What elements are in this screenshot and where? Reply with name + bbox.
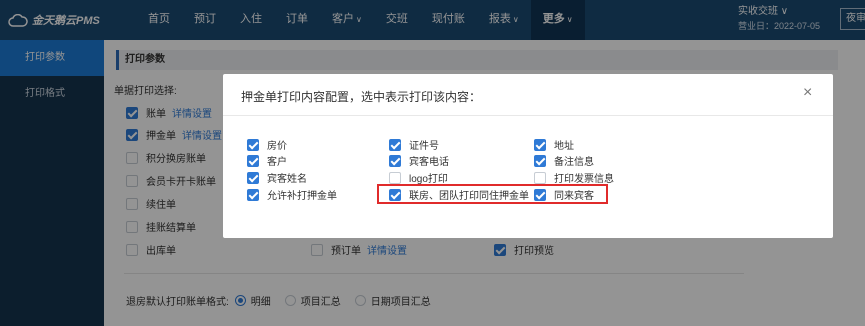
option-label: 房价 bbox=[267, 141, 287, 152]
option-label: 地址 bbox=[554, 141, 574, 152]
option-label: 允许补打押金单 bbox=[267, 191, 337, 202]
modal-option-guest-phone[interactable]: 宾客电话 bbox=[389, 153, 449, 168]
modal-option-allow-reprint[interactable]: 允许补打押金单 bbox=[247, 187, 337, 202]
checkbox[interactable] bbox=[389, 171, 401, 184]
option-label: 宾客姓名 bbox=[267, 174, 307, 185]
modal-option-id-number[interactable]: 证件号 bbox=[389, 137, 439, 152]
modal-option-remarks[interactable]: 备注信息 bbox=[534, 153, 594, 168]
close-icon[interactable]: × bbox=[803, 84, 812, 102]
modal-option-invoice-info[interactable]: 打印发票信息 bbox=[534, 170, 614, 185]
option-label: 宾客电话 bbox=[409, 157, 449, 168]
modal-option-customer[interactable]: 客户 bbox=[247, 153, 287, 168]
option-label: 备注信息 bbox=[554, 157, 594, 168]
checkbox[interactable] bbox=[247, 154, 259, 167]
checkbox[interactable] bbox=[534, 138, 546, 151]
modal-option-accompanying-guests[interactable]: 同来宾客 bbox=[534, 187, 594, 202]
deposit-print-config-dialog: 押金单打印内容配置，选中表示打印该内容： × 房价 客户 宾客姓名 允许补打押金… bbox=[223, 74, 833, 238]
modal-option-room-rate[interactable]: 房价 bbox=[247, 137, 287, 152]
checkbox[interactable] bbox=[247, 171, 259, 184]
checkbox[interactable] bbox=[534, 154, 546, 167]
checkbox[interactable] bbox=[534, 171, 546, 184]
option-label: 客户 bbox=[267, 157, 287, 168]
checkbox[interactable] bbox=[534, 188, 546, 201]
option-label: 联房、团队打印同住押金单 bbox=[409, 191, 529, 202]
checkbox[interactable] bbox=[247, 188, 259, 201]
modal-title: 押金单打印内容配置，选中表示打印该内容： bbox=[241, 90, 482, 104]
option-label: 同来宾客 bbox=[554, 191, 594, 202]
option-label: 打印发票信息 bbox=[554, 174, 614, 185]
option-label: logo打印 bbox=[409, 174, 448, 185]
modal-option-guest-name[interactable]: 宾客姓名 bbox=[247, 170, 307, 185]
modal-option-group-deposit[interactable]: 联房、团队打印同住押金单 bbox=[389, 187, 529, 202]
checkbox[interactable] bbox=[247, 138, 259, 151]
checkbox[interactable] bbox=[389, 154, 401, 167]
checkbox[interactable] bbox=[389, 188, 401, 201]
modal-header: 押金单打印内容配置，选中表示打印该内容： × bbox=[223, 74, 833, 116]
modal-option-address[interactable]: 地址 bbox=[534, 137, 574, 152]
option-label: 证件号 bbox=[409, 141, 439, 152]
modal-option-logo-print[interactable]: logo打印 bbox=[389, 170, 448, 185]
checkbox[interactable] bbox=[389, 138, 401, 151]
